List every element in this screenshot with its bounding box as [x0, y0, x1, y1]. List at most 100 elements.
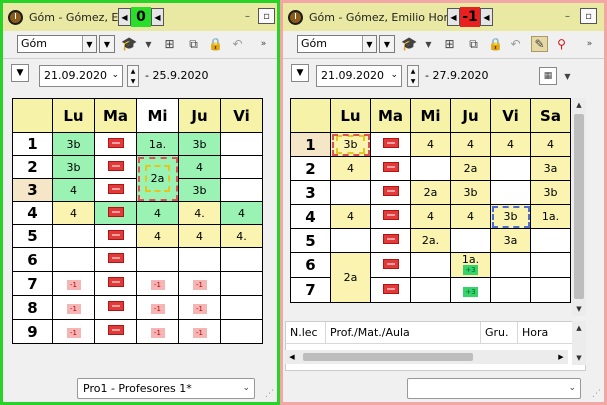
lesson-cell[interactable]: [94, 155, 137, 179]
lesson-cell[interactable]: -1: [136, 319, 179, 344]
graduation-cap-icon[interactable]: 🎓: [401, 36, 418, 52]
lesson-cell[interactable]: [178, 247, 221, 272]
lesson-cell[interactable]: 4: [450, 204, 491, 229]
lock-icon[interactable]: 🔒: [487, 36, 504, 52]
date-spinner[interactable]: ▲ ▼: [407, 65, 419, 87]
graduation-cap-icon[interactable]: 🎓: [121, 36, 138, 52]
lesson-cell[interactable]: [370, 252, 411, 278]
lesson-cell[interactable]: 3b: [178, 178, 221, 202]
lesson-cell[interactable]: [220, 319, 263, 344]
lesson-cell[interactable]: +3: [450, 277, 491, 303]
lesson-cell[interactable]: [94, 295, 137, 320]
calendar-icon[interactable]: ▦: [539, 67, 557, 85]
lesson-cell[interactable]: 3a: [530, 156, 571, 181]
lesson-cell[interactable]: 2a: [330, 252, 371, 303]
lesson-cell[interactable]: 2a: [450, 156, 491, 181]
scroll-up-icon[interactable]: ▲: [572, 321, 586, 335]
column-header[interactable]: N.lec: [286, 322, 326, 343]
lesson-cell[interactable]: 4: [178, 155, 221, 179]
undo-icon[interactable]: ↶: [229, 36, 246, 52]
lesson-cell[interactable]: [220, 271, 263, 296]
prev-arrow-icon[interactable]: ◀: [447, 8, 460, 26]
lesson-cell[interactable]: 3b: [450, 180, 491, 205]
pin-icon[interactable]: ⚲: [553, 36, 570, 52]
lesson-cell[interactable]: 4: [52, 178, 95, 202]
lesson-cell[interactable]: [136, 247, 179, 272]
lesson-cell[interactable]: 4: [330, 156, 371, 181]
chevron-down-icon[interactable]: ▼: [420, 36, 437, 52]
lesson-cell[interactable]: -1: [178, 295, 221, 320]
pen-icon[interactable]: ✎: [531, 36, 548, 52]
column-header[interactable]: Hora: [518, 322, 548, 343]
maximize-button[interactable]: ▫: [258, 8, 275, 24]
lesson-cell[interactable]: 3b: [52, 155, 95, 179]
lesson-cell[interactable]: 4: [136, 201, 179, 225]
lesson-cell[interactable]: 2a.: [410, 228, 451, 253]
view-dropdown-button[interactable]: ▼: [291, 64, 309, 82]
group-select[interactable]: ⌄: [407, 378, 581, 399]
lesson-cell[interactable]: 3b: [530, 180, 571, 205]
lesson-cell[interactable]: [370, 228, 411, 253]
resize-grip-icon[interactable]: ⋰: [592, 389, 601, 399]
undo-icon[interactable]: ↶: [507, 36, 524, 52]
minimize-button[interactable]: –: [239, 8, 256, 24]
lesson-cell[interactable]: -1: [178, 319, 221, 344]
lesson-cell[interactable]: [410, 156, 451, 181]
lesson-cell[interactable]: 4: [330, 204, 371, 229]
lock-icon[interactable]: 🔒: [207, 36, 224, 52]
lesson-cell[interactable]: [370, 180, 411, 205]
lesson-cell[interactable]: [220, 178, 263, 202]
grid-select-icon[interactable]: ⊞: [161, 36, 178, 52]
lesson-cell[interactable]: [490, 180, 531, 205]
lesson-cell[interactable]: -1: [136, 271, 179, 296]
lesson-cell[interactable]: [94, 178, 137, 202]
lesson-cell[interactable]: 1a.: [136, 132, 179, 156]
lesson-cell[interactable]: 4: [178, 224, 221, 248]
lesson-cell[interactable]: [94, 271, 137, 296]
overflow-icon[interactable]: »: [581, 36, 598, 52]
scroll-left-icon[interactable]: ◀: [285, 350, 299, 364]
scroll-thumb[interactable]: [303, 353, 473, 361]
minimize-button[interactable]: –: [559, 8, 576, 24]
lesson-cell[interactable]: -1: [52, 295, 95, 320]
scroll-up-icon[interactable]: ▲: [572, 98, 586, 112]
scroll-thumb[interactable]: [574, 114, 584, 299]
lesson-cell[interactable]: 4: [52, 201, 95, 225]
prev-arrow-icon[interactable]: ◀: [118, 8, 131, 26]
lesson-cell[interactable]: [94, 201, 137, 225]
next-arrow-icon[interactable]: ◀: [151, 8, 164, 26]
lesson-cell[interactable]: [94, 224, 137, 248]
lesson-cell[interactable]: [490, 277, 531, 303]
grid-vertical-scrollbar[interactable]: ▲ ▼: [572, 98, 586, 316]
date-spinner[interactable]: ▲ ▼: [127, 65, 139, 87]
lesson-cell[interactable]: [52, 224, 95, 248]
lesson-cell[interactable]: [94, 247, 137, 272]
next-arrow-icon[interactable]: ◀: [480, 8, 493, 26]
scroll-down-icon[interactable]: ▼: [572, 351, 586, 365]
lesson-cell[interactable]: [370, 277, 411, 303]
lesson-cell[interactable]: [490, 252, 531, 278]
lesson-cell[interactable]: [370, 156, 411, 181]
lesson-cell[interactable]: -1: [52, 319, 95, 344]
lesson-cell[interactable]: 4.: [178, 201, 221, 225]
lesson-cell[interactable]: 4.: [220, 224, 263, 248]
teacher-select[interactable]: Góm ▼: [17, 35, 97, 53]
list-vertical-scrollbar[interactable]: ▲ ▼: [572, 321, 586, 365]
teacher-dropdown-button[interactable]: ▼: [99, 35, 115, 53]
lesson-cell[interactable]: 4: [490, 132, 531, 157]
lesson-cell[interactable]: -1: [136, 295, 179, 320]
lesson-cell[interactable]: [94, 319, 137, 344]
lesson-cell[interactable]: [330, 180, 371, 205]
lesson-cell[interactable]: 2a: [410, 180, 451, 205]
lesson-cell[interactable]: 4: [410, 204, 451, 229]
column-header[interactable]: Gru.: [481, 322, 518, 343]
lesson-cell[interactable]: [530, 277, 571, 303]
overflow-icon[interactable]: »: [255, 36, 272, 52]
lesson-cell[interactable]: [370, 132, 411, 157]
lesson-cell[interactable]: [94, 132, 137, 156]
lesson-cell[interactable]: 3b: [52, 132, 95, 156]
date-picker[interactable]: 21.09.2020 ⌄: [39, 65, 123, 87]
column-header[interactable]: Prof./Mat./Aula: [326, 322, 481, 343]
view-dropdown-button[interactable]: ▼: [11, 64, 29, 82]
chevron-down-icon[interactable]: ▼: [559, 68, 576, 84]
